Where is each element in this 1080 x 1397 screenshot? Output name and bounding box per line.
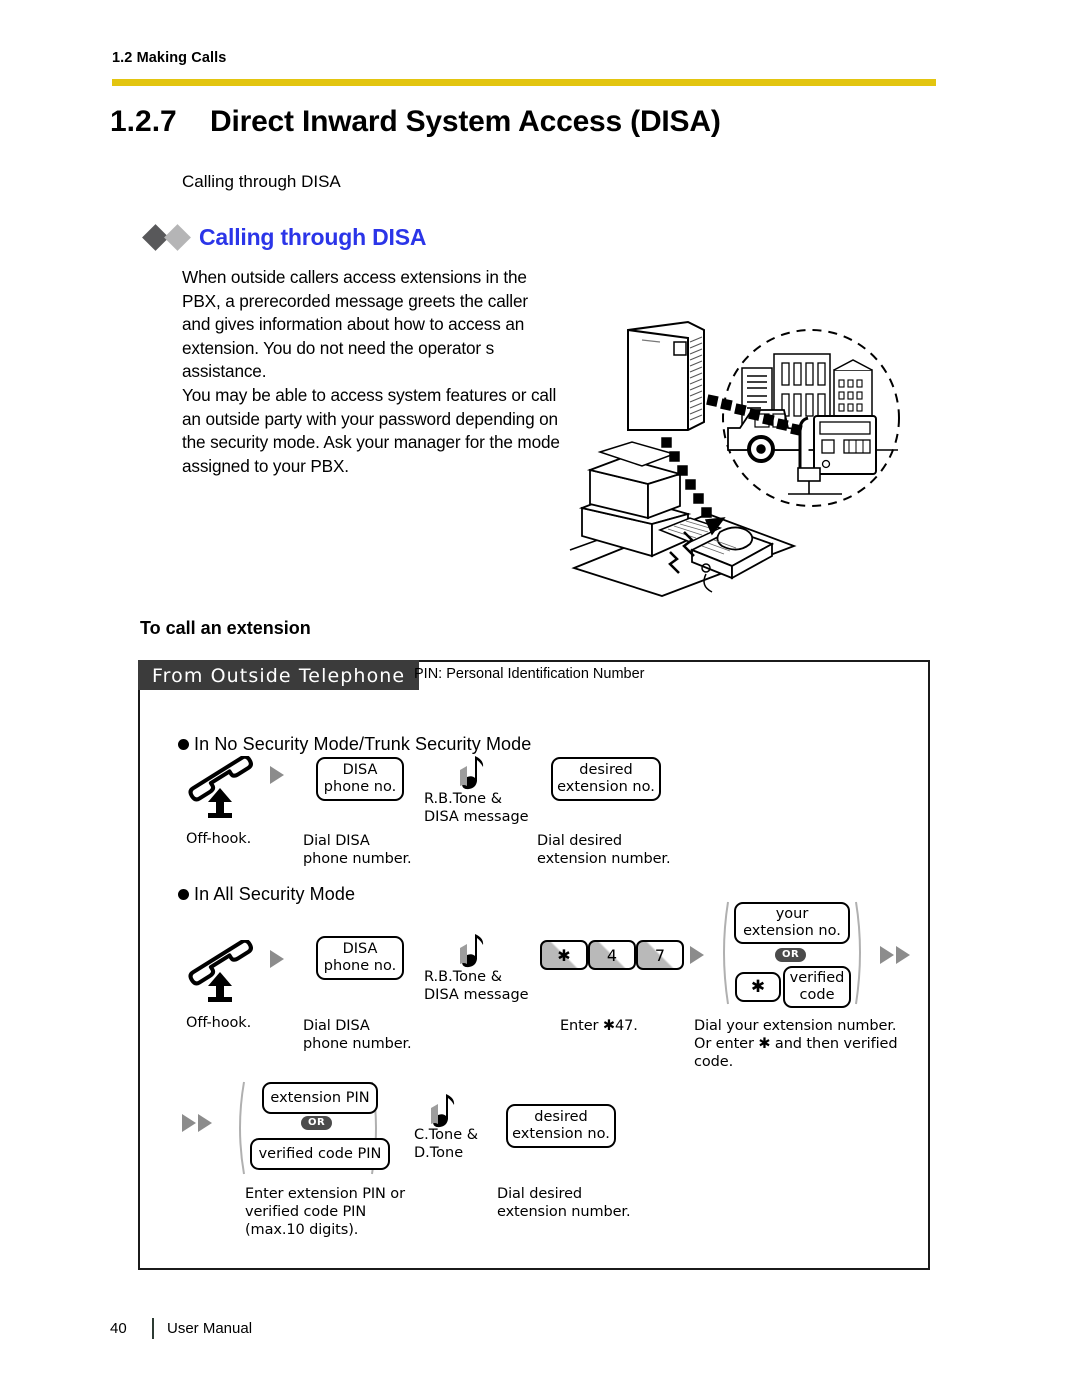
box-disa-phone-1: DISA phone no. [316,757,404,801]
keycap-star[interactable]: ✱ [540,940,588,970]
pin-note: PIN: Personal Identification Number [414,666,645,682]
box-line-2: extension no. [557,779,655,795]
caption-dial-ext-2: Dial desired extension number. [497,1186,631,1220]
running-head: 1.2 Making Calls [112,50,227,66]
step-arrow-icon [896,946,910,964]
or-badge: OR [775,948,807,962]
offhook-handset-icon [186,756,258,818]
box-desired-ext-1: desired extension no. [551,757,661,801]
box-your-extension: your extension no. [734,902,850,944]
feature-heading: Calling through DISA [142,224,427,251]
header-rule [112,79,936,86]
diamond-light-icon [164,224,191,251]
caption-enter-pin: Enter extension PIN or verified code PIN… [245,1186,405,1238]
box-extension-pin: extension PIN [262,1082,378,1114]
offhook-handset-icon [186,940,258,1002]
step-arrow-icon [182,1114,196,1132]
box-line-2: code [799,987,835,1003]
section-subcaption: Calling through DISA [182,172,341,191]
feature-description: When outside callers access extensions i… [182,266,560,478]
caption-dial-your-extension: Dial your extension number. Or enter ✱ a… [694,1018,898,1070]
procedure-tab-label: From Outside Telephone [138,660,420,690]
bullet-icon [178,739,189,750]
caption-dial-disa-2: Dial DISA phone number. [303,1018,412,1052]
box-line-2: phone no. [323,958,397,974]
step-arrow-icon [270,950,284,968]
feature-heading-label: Calling through DISA [199,224,427,250]
page: 1.2 Making Calls 1.2.7 Direct Inward Sys… [0,0,1080,1397]
tone-label-3: C.Tone & D.Tone [414,1127,479,1161]
caption-dial-ext-1: Dial desired extension number. [537,833,671,867]
box-line-2: extension no. [743,923,841,939]
page-number: 40 [110,1320,127,1337]
box-line-1: desired [534,1109,588,1125]
mode-heading-label: In All Security Mode [194,884,356,904]
paragraph-1: When outside callers access extensions i… [182,267,528,382]
mode-heading-all-security: In All Security Mode [178,884,355,905]
step-arrow-icon [270,766,284,784]
section-number: 1.2.7 [110,105,177,138]
page-title: 1.2.7 Direct Inward System Access (DISA) [110,105,930,139]
box-verified-code-pin: verified code PIN [250,1138,390,1170]
bullet-icon [178,889,189,900]
caption-offhook-1: Off-hook. [186,831,252,847]
caption-enter-star47: Enter ✱47. [560,1018,638,1034]
box-line-1: DISA [342,762,378,778]
keycap-7[interactable]: 7 [636,940,684,970]
box-verified-code: verified code [783,966,851,1008]
box-line-2: phone no. [323,779,397,795]
keycap-4[interactable]: 4 [588,940,636,970]
step-arrow-icon [880,946,894,964]
tone-label-1: R.B.Tone & DISA message [424,791,529,825]
keycap-star-alt[interactable]: ✱ [735,972,781,1002]
box-line-1: DISA [342,941,378,957]
caption-offhook-2: Off-hook. [186,1015,252,1031]
tone-note-icon [455,752,489,794]
section-title: Direct Inward System Access (DISA) [210,105,721,138]
paragraph-2: You may be able to access system feature… [182,384,560,476]
caption-dial-disa-1: Dial DISA phone number. [303,833,412,867]
procedure-title: To call an extension [140,618,311,638]
footer-divider [152,1318,154,1339]
box-line-1: desired [579,762,633,778]
page-footer: 40 User Manual [110,1318,252,1339]
box-line-1: verified [789,970,845,986]
step-arrow-icon [690,946,704,964]
tone-label-2: R.B.Tone & DISA message [424,969,529,1003]
disa-illustration [556,318,926,598]
tone-note-icon [455,930,489,972]
step-arrow-icon [198,1114,212,1132]
box-line-2: extension no. [512,1126,610,1142]
box-line-1: your [775,906,809,922]
or-badge: OR [301,1116,333,1130]
box-desired-ext-2: desired extension no. [506,1104,616,1148]
box-disa-phone-2: DISA phone no. [316,936,404,980]
footer-label: User Manual [167,1320,253,1337]
